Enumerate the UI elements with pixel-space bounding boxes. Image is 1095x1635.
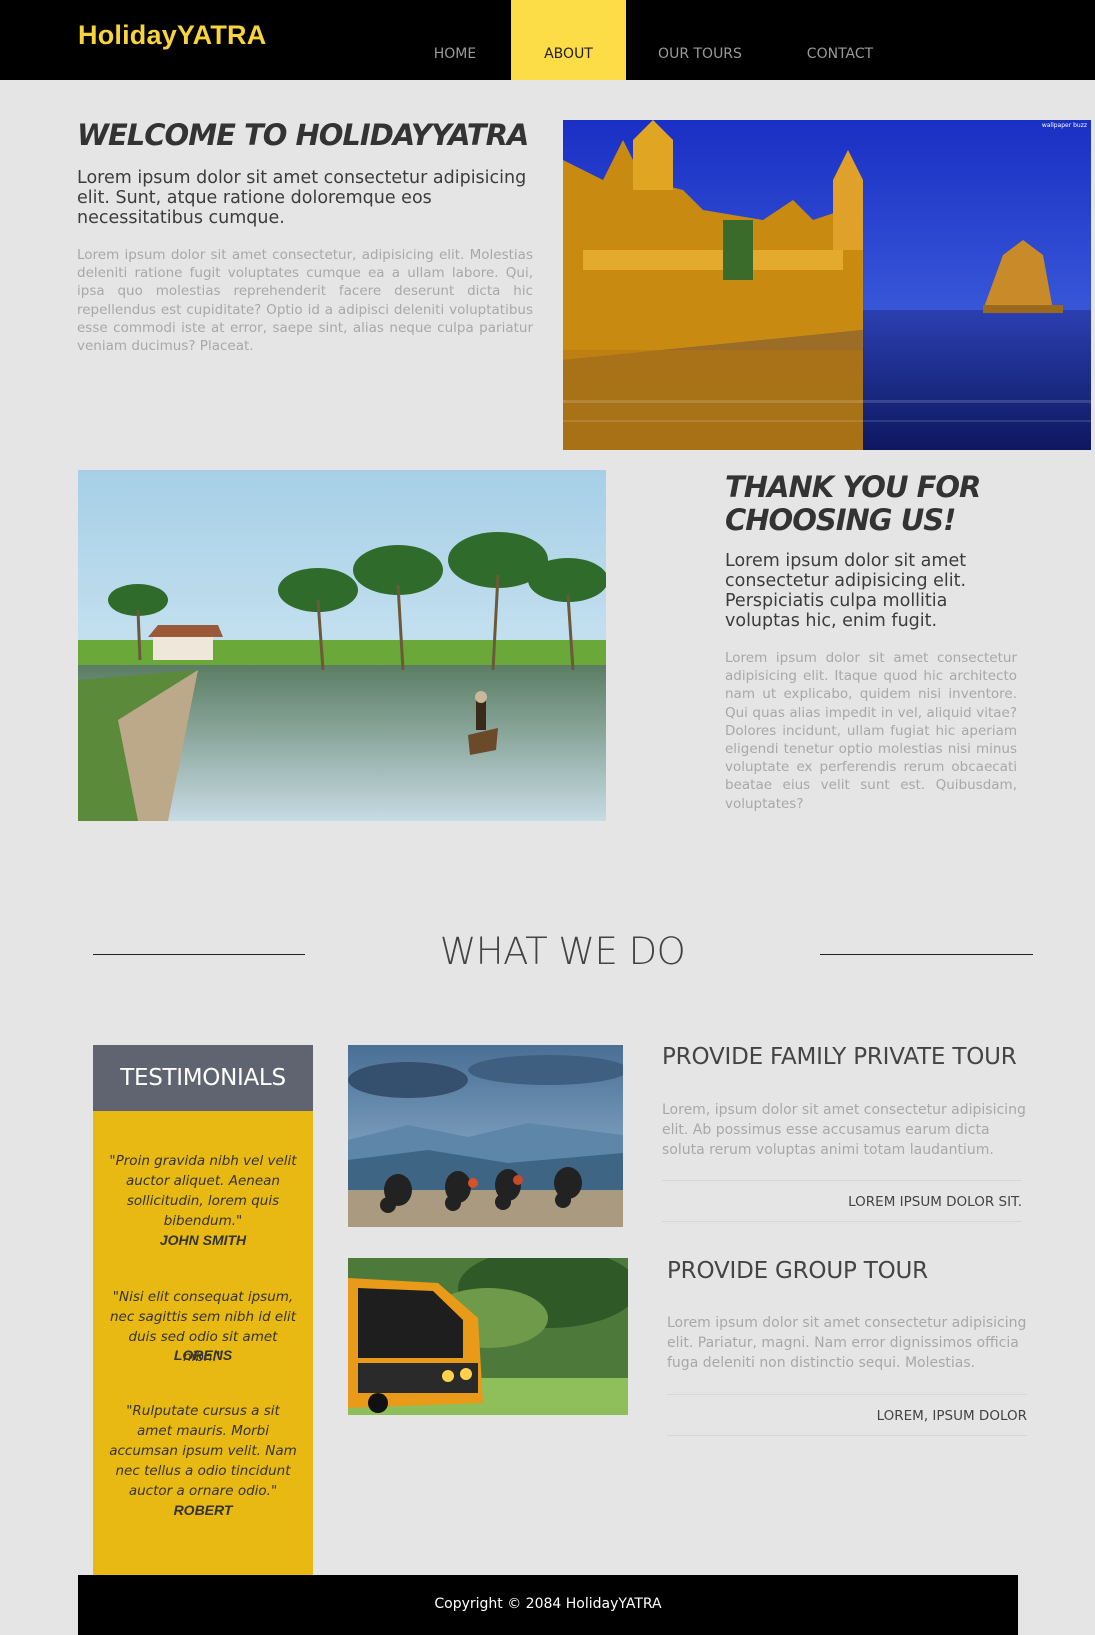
thanks-title-line2: CHOOSING US! (725, 503, 956, 537)
backwaters-boat-image (78, 470, 606, 821)
what-we-do-rule-right (820, 954, 1033, 955)
copyright-text: Copyright © 2084 HolidayYATRA (434, 1596, 662, 1612)
welcome-body: Lorem ipsum dolor sit amet consectetur, … (77, 247, 533, 355)
welcome-title: WELCOME TO HOLIDAYYATRA (77, 118, 529, 152)
testimonial-quote: "Rulputate cursus a sit amet mauris. Mor… (109, 1403, 297, 1499)
what-we-do-title: WHAT WE DO (439, 930, 686, 973)
palace-lake-image: wallpaper buzz (563, 120, 1091, 450)
testimonials-panel: "Proin gravida nibh vel velit auctor ali… (93, 1111, 313, 1576)
welcome-lead: Lorem ipsum dolor sit amet consectetur a… (77, 168, 527, 228)
tour-link[interactable]: LOREM IPSUM DOLOR SIT. (662, 1180, 1022, 1222)
thanks-lead: Lorem ipsum dolor sit amet consectetur a… (725, 551, 967, 631)
nav-home[interactable]: HOME (419, 0, 491, 80)
nav-our-tours[interactable]: OUR TOURS (645, 0, 755, 80)
nav-contact[interactable]: CONTACT (795, 0, 885, 80)
testimonial-author: LORENS (173, 1347, 233, 1363)
tour-description: Lorem ipsum dolor sit amet consectetur a… (667, 1315, 1027, 1371)
tour-link[interactable]: LOREM, IPSUM DOLOR (667, 1394, 1027, 1436)
thanks-body: Lorem ipsum dolor sit amet consectetur a… (725, 650, 1017, 812)
site-header: HolidayYATRA HOME ABOUT OUR TOURS CONTAC… (0, 0, 1095, 80)
site-footer: Copyright © 2084 HolidayYATRA (78, 1575, 1018, 1635)
tour-title: PROVIDE GROUP TOUR (667, 1258, 928, 1284)
site-logo[interactable]: HolidayYATRA (78, 20, 266, 51)
tour-bus-image (348, 1258, 628, 1415)
nav-about[interactable]: ABOUT (511, 0, 626, 80)
tour-title: PROVIDE FAMILY PRIVATE TOUR (662, 1044, 1017, 1070)
testimonial-quote: "Proin gravida nibh vel velit auctor ali… (109, 1153, 297, 1229)
image-watermark: wallpaper buzz (1041, 122, 1087, 129)
testimonial-author: JOHN SMITH (159, 1232, 247, 1248)
tour-description: Lorem, ipsum dolor sit amet consectetur … (662, 1102, 1026, 1158)
motorbikes-mountains-image (348, 1045, 623, 1227)
thanks-title-line1: THANK YOU FOR (725, 470, 981, 504)
testimonial-author: ROBERT (173, 1502, 233, 1518)
testimonials-title: TESTIMONIALS (93, 1045, 313, 1111)
